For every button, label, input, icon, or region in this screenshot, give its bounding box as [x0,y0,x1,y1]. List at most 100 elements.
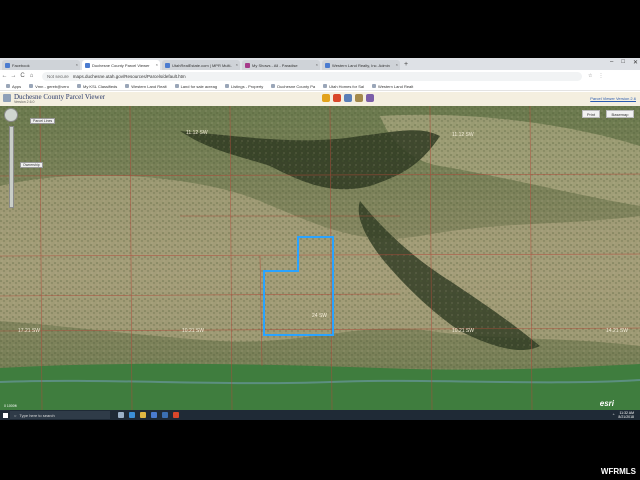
bookmarks-bar: Apps Vmn - gereb@vero My KSL Classifieds… [0,82,640,91]
print-button[interactable]: Print [582,110,600,118]
reload-button[interactable]: C [18,73,27,79]
identify-icon[interactable] [333,94,341,102]
close-icon[interactable]: × [156,62,158,67]
map-canvas[interactable]: 11.12 SW 11.12 SW 24 SW 17.21 SW 10.21 S… [0,105,640,411]
back-button[interactable]: ← [0,73,9,79]
tab-strip: Facebook × Duchesne County Parcel Viewer ×… [0,58,640,70]
draw-icon[interactable] [366,94,374,102]
tab-facebook[interactable]: Facebook × [2,60,80,70]
tab-favicon-icon [325,63,330,68]
taskbar-apps [118,412,179,418]
notification-icon[interactable]: ^ [613,413,615,417]
clock[interactable]: 11:32 AM 8/21/2018 [618,411,634,419]
tab-favicon-icon [245,63,250,68]
home-button[interactable]: ⌂ [27,73,36,79]
tab-favicon-icon [5,63,10,68]
bookmark-icon [76,84,81,88]
basemap-button[interactable]: Basemap [606,110,634,118]
apps-icon [6,84,10,88]
app-logo-icon [3,94,11,102]
system-tray: ^ 11:32 AM 8/21/2018 [613,410,634,420]
bookmark-label: Listings - Property [231,83,264,89]
close-icon[interactable]: × [76,62,78,67]
bookmark-item[interactable]: Vmn - gereb@vero [29,84,69,89]
app-header: Duchesne County Parcel Viewer Version 2.… [0,92,640,107]
bookmark-item[interactable]: Duchesne County Pa [271,84,315,89]
forward-button[interactable]: → [9,73,18,79]
bookmark-label: Western Land Realt [378,83,414,89]
security-indicator[interactable]: Not secure [47,74,69,79]
map-label: 11.12 SW [452,132,474,138]
version-link[interactable]: Parcel Viewer Version 2.6 [590,96,636,101]
terrain-texture [0,106,640,410]
bookmark-item[interactable]: My KSL Classifieds [76,83,118,89]
bookmark-item[interactable]: Apps [6,84,21,89]
chrome-icon[interactable] [173,412,179,418]
bookmark-icon [271,84,276,88]
task-view-icon[interactable] [118,412,124,418]
tab-favicon-icon [85,63,90,68]
bookmark-icon [125,84,130,88]
taskbar-search[interactable]: ○ Type here to search [10,411,110,419]
search-icon: ○ [14,412,17,418]
bookmark-icon [225,84,230,88]
window-controls: – □ ✕ [610,59,638,66]
close-icon[interactable]: × [236,62,238,67]
star-icon[interactable]: ☆ [588,73,592,79]
taskbar: ○ Type here to search ^ 11:32 AM 8/21/20… [0,410,640,420]
map-label: 11.12 SW [186,130,208,136]
url-input[interactable]: Not secure maps.duchesne.utah.gov/Resour… [42,71,582,81]
ownership-toggle[interactable]: Ownership [20,162,43,168]
bookmark-item[interactable]: Western Land Realt [372,84,413,89]
new-tab-button[interactable]: + [404,60,408,70]
map-label: 14.21 SW [606,328,628,334]
edge-icon[interactable] [129,412,135,418]
mail-icon[interactable] [162,412,168,418]
bookmark-icon [29,84,34,88]
bookmark-item[interactable]: Listings - Property [225,84,263,89]
maximize-button[interactable]: □ [621,59,625,66]
watermark: WFRMLS [600,467,636,476]
file-explorer-icon[interactable] [140,412,146,418]
bookmark-label: Vmn - gereb@vero [35,83,69,89]
bookmark-label: Utah Homes for Sal [329,83,364,89]
search-placeholder: Type here to search [19,412,55,418]
esri-logo: esri [599,399,614,408]
store-icon[interactable] [151,412,157,418]
tab-favicon-icon [165,63,170,68]
bookmark-icon [174,84,179,88]
bookmark-item[interactable]: Utah Homes for Sal [323,84,364,89]
tab-my-shows[interactable]: My Shows - All - Paradise × [242,60,320,70]
bookmark-label: Land for sale acreag [180,83,218,89]
bookmark-icon [323,84,328,88]
layers-icon[interactable] [322,94,330,102]
tab-label: Western Land Realty, Inc. Admin [332,62,390,68]
parcel-lines-toggle[interactable]: Parcel Lines [30,118,56,124]
map-label: 10.21 SW [182,328,204,334]
map-view[interactable]: 11.12 SW 11.12 SW 24 SW 17.21 SW 10.21 S… [0,105,640,411]
url-text: maps.duchesne.utah.gov/Resources/Parcels… [72,73,186,79]
bookmark-label: My KSL Classifieds [82,83,118,89]
tab-utahrealestate[interactable]: UtahRealEstate.com | MPR Multi- × [162,60,240,70]
measure-icon[interactable] [355,94,363,102]
tab-parcel-viewer[interactable]: Duchesne County Parcel Viewer × [82,60,160,70]
windows-start-icon[interactable] [0,410,10,420]
tab-label: Facebook [12,62,30,68]
scale-bar: 0 1000ft [4,404,17,408]
close-icon[interactable]: × [316,62,318,67]
clock-date: 8/21/2018 [618,415,634,419]
minimize-button[interactable]: – [610,59,613,66]
tab-western-land[interactable]: Western Land Realty, Inc. Admin × [322,60,400,70]
search-icon[interactable] [344,94,352,102]
bookmark-item[interactable]: Land for sale acreag [174,83,218,89]
tab-label: UtahRealEstate.com | MPR Multi- [172,62,232,68]
close-window-button[interactable]: ✕ [633,59,638,66]
bookmark-item[interactable]: Western Land Realt [125,84,167,89]
app-version: Version 2.6.0 [14,100,35,104]
close-icon[interactable]: × [396,62,398,67]
river-valley [0,363,640,410]
zoom-slider[interactable] [9,126,14,208]
pan-control[interactable] [4,108,18,122]
menu-icon[interactable]: ⋮ [598,73,603,79]
bookmark-label: Apps [12,83,22,89]
